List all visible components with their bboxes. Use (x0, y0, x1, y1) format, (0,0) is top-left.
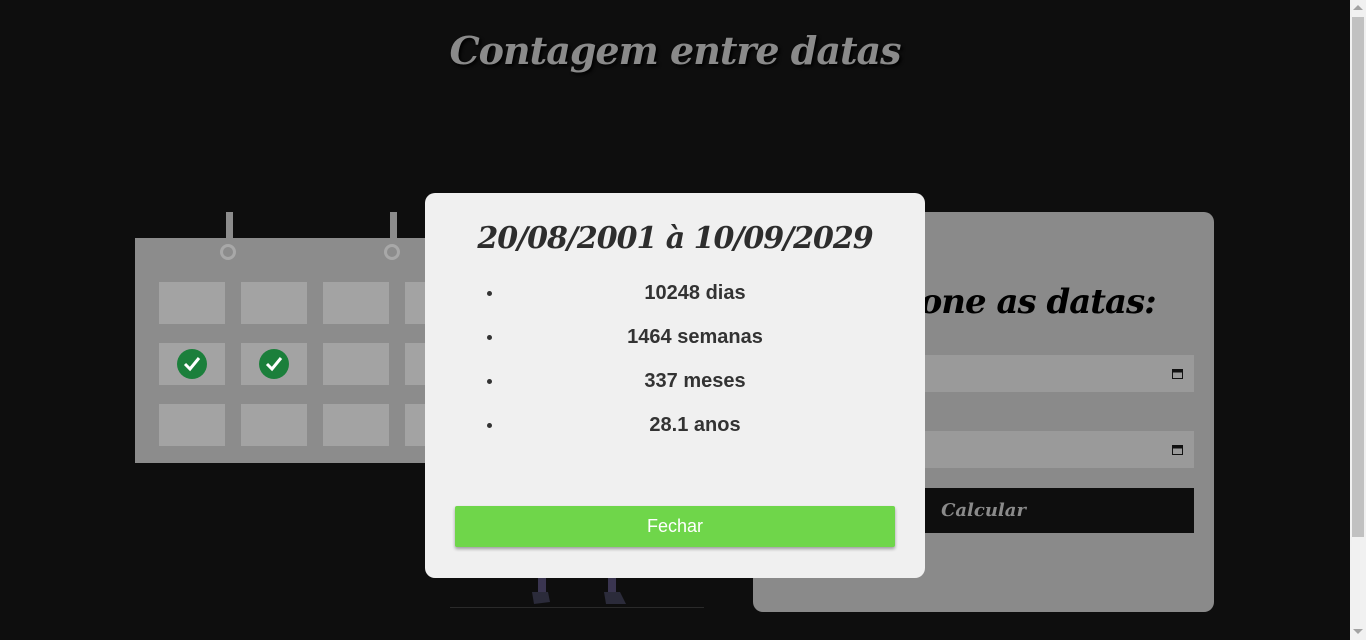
result-weeks: 1464 semanas (485, 325, 905, 369)
bullet (487, 379, 492, 384)
result-years-text: 28.1 anos (649, 414, 741, 436)
result-modal: 20/08/2001 à 10/09/2029 10248 dias 1464 … (425, 193, 925, 578)
scroll-down-arrow-icon[interactable] (1353, 629, 1363, 634)
bullet (487, 335, 492, 340)
result-days-text: 10248 dias (644, 282, 746, 304)
close-button[interactable]: Fechar (455, 506, 895, 547)
result-weeks-text: 1464 semanas (627, 326, 763, 348)
scrollbar-thumb[interactable] (1352, 17, 1364, 537)
modal-title: 20/08/2001 à 10/09/2029 (477, 221, 873, 256)
result-months: 337 meses (485, 369, 905, 413)
bullet (487, 423, 492, 428)
result-list: 10248 dias 1464 semanas 337 meses 28.1 a… (485, 281, 905, 457)
result-years: 28.1 anos (485, 413, 905, 457)
result-months-text: 337 meses (644, 370, 746, 392)
result-days: 10248 dias (485, 281, 905, 325)
bullet (487, 291, 492, 296)
scroll-up-arrow-icon[interactable] (1353, 5, 1363, 10)
